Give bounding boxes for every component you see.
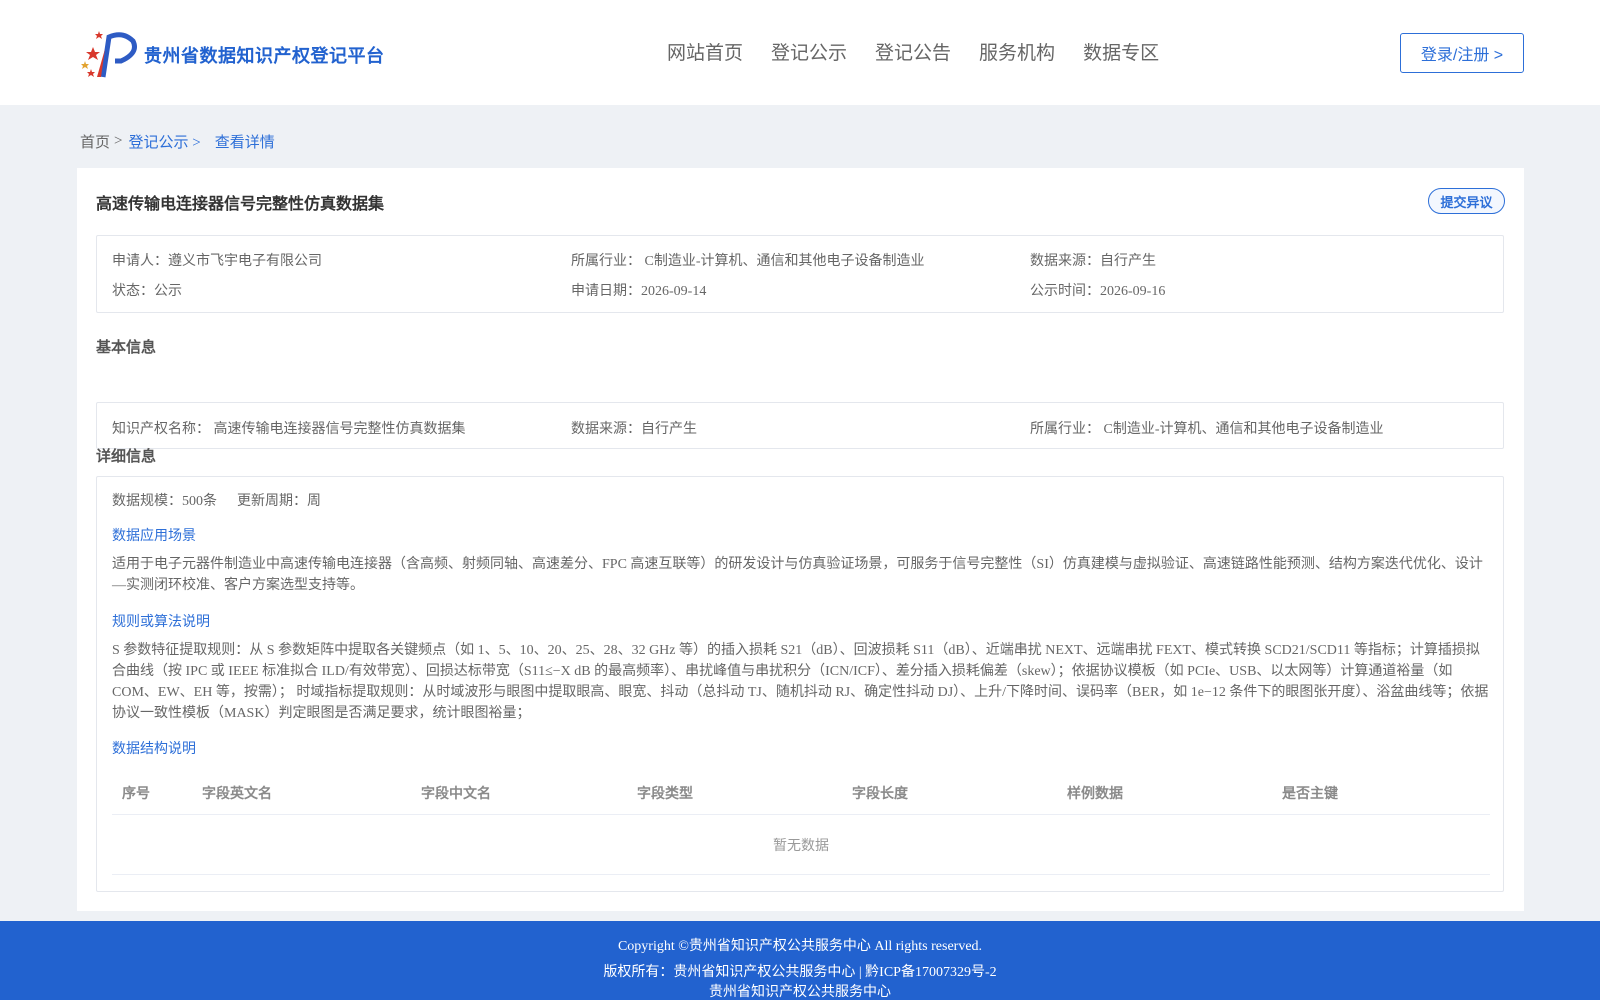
page-title: 高速传输电连接器信号完整性仿真数据集 (96, 196, 385, 213)
rule-text: S 参数特征提取规则：从 S 参数矩阵中提取各关键频点（如 1、5、10、20、… (112, 643, 1489, 721)
breadcrumb-current: 查看详情 (214, 135, 275, 151)
apply-date: 申请日期：2026-09-14 (571, 284, 707, 299)
nav-registration-publicity[interactable]: 登记公示 (771, 38, 847, 65)
update-cycle: 更新周期：周 (237, 494, 321, 509)
data-source: 数据来源：自行产生 (1030, 254, 1156, 269)
table-header-row: 序号 字段英文名 字段中文名 字段类型 字段长度 样例数据 是否主键 (112, 773, 1490, 815)
industry: 所属行业： C制造业-计算机、通信和其他电子设备制造业 (571, 254, 925, 269)
col-length: 字段长度 (852, 785, 908, 801)
site-title[interactable]: 贵州省数据知识产权登记平台 (144, 42, 385, 68)
breadcrumb-registration-publicity[interactable]: 登记公示 > (128, 131, 200, 152)
basic-data-source: 数据来源：自行产生 (571, 422, 697, 437)
basic-info-heading: 基本信息 (96, 339, 157, 356)
application-scene-text: 适用于电子元器件制造业中高速传输电连接器（含高频、射频同轴、高速差分、FPC 高… (112, 557, 1483, 593)
col-english-name: 字段英文名 (202, 785, 272, 801)
nav-registration-announcement[interactable]: 登记公告 (875, 38, 951, 65)
rule-heading: 规则或算法说明 (112, 615, 210, 630)
site-footer: Copyright ©贵州省知识产权公共服务中心 All rights rese… (0, 921, 1600, 1000)
nav-data-zone[interactable]: 数据专区 (1083, 38, 1159, 65)
publish-date: 公示时间：2026-09-16 (1030, 284, 1166, 299)
detail-card: 高速传输电连接器信号完整性仿真数据集 提交异议 申请人：遵义市飞宇电子有限公司 … (77, 168, 1524, 911)
login-register-button[interactable]: 登录/注册 > (1400, 33, 1524, 73)
table-empty-message: 暂无数据 (112, 815, 1490, 875)
breadcrumb-home[interactable]: 首页 (80, 131, 110, 152)
col-primary-key: 是否主键 (1282, 785, 1338, 801)
basic-info-box: 知识产权名称： 高速传输电连接器信号完整性仿真数据集 数据来源：自行产生 所属行… (96, 402, 1504, 449)
col-chinese-name: 字段中文名 (421, 785, 491, 801)
status: 状态：公示 (112, 284, 182, 299)
col-sample: 样例数据 (1067, 785, 1123, 801)
footer-center: 贵州省知识产权公共服务中心 (709, 985, 891, 1000)
summary-box: 申请人：遵义市飞宇电子有限公司 所属行业： C制造业-计算机、通信和其他电子设备… (96, 235, 1504, 313)
footer-copyright: Copyright ©贵州省知识产权公共服务中心 All rights rese… (617, 939, 983, 954)
col-index: 序号 (122, 785, 150, 801)
applicant: 申请人：遵义市飞宇电子有限公司 (112, 254, 322, 269)
ip-name: 知识产权名称： 高速传输电连接器信号完整性仿真数据集 (112, 422, 466, 437)
data-scale: 数据规模：500条 (112, 494, 217, 509)
site-logo-icon[interactable] (79, 27, 139, 79)
application-scene-heading: 数据应用场景 (112, 529, 196, 544)
data-structure-heading: 数据结构说明 (112, 742, 196, 757)
breadcrumb-separator: > (114, 133, 123, 149)
submit-objection-button[interactable]: 提交异议 (1428, 188, 1505, 214)
breadcrumb: 首页 > 登记公示 > 查看详情 (80, 131, 275, 152)
site-header: 贵州省数据知识产权登记平台 网站首页 登记公示 登记公告 服务机构 数据专区 登… (0, 0, 1600, 105)
nav-service-agencies[interactable]: 服务机构 (979, 38, 1055, 65)
footer-owner: 版权所有：贵州省知识产权公共服务中心 | 黔ICP备17007329号-2 (603, 965, 997, 980)
detail-info-box: 数据规模：500条 更新周期：周 数据应用场景 适用于电子元器件制造业中高速传输… (96, 476, 1504, 892)
detail-info-heading: 详细信息 (96, 448, 157, 465)
col-type: 字段类型 (637, 785, 693, 801)
basic-industry: 所属行业： C制造业-计算机、通信和其他电子设备制造业 (1030, 422, 1384, 437)
nav-home[interactable]: 网站首页 (667, 38, 743, 65)
main-nav: 网站首页 登记公示 登记公告 服务机构 数据专区 (667, 38, 1187, 65)
